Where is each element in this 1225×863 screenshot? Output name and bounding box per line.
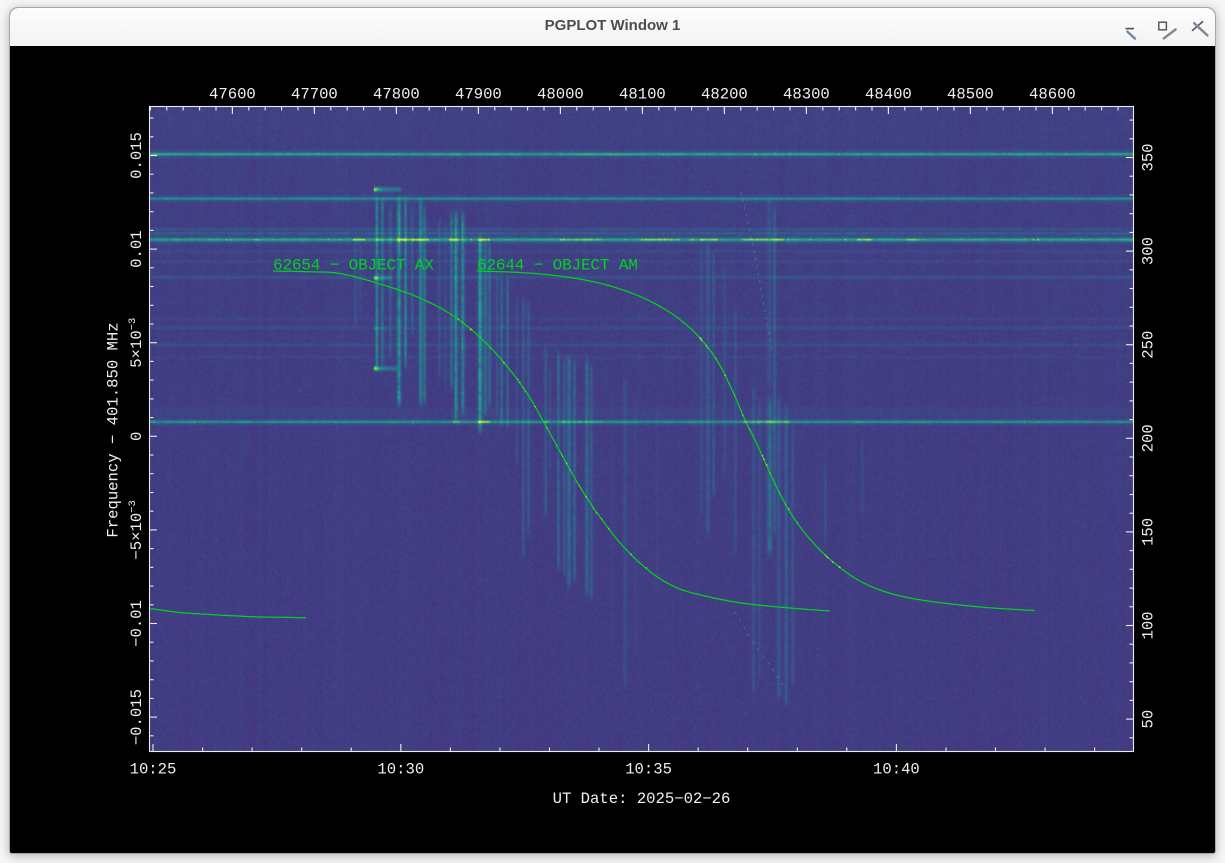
svg-text:48500: 48500 — [947, 86, 994, 104]
svg-text:47900: 47900 — [455, 86, 502, 104]
svg-text:47700: 47700 — [291, 86, 338, 104]
svg-text:62644 − OBJECT AM: 62644 − OBJECT AM — [477, 257, 638, 275]
svg-text:250: 250 — [1140, 331, 1158, 359]
svg-text:48100: 48100 — [619, 86, 666, 104]
svg-text:10:30: 10:30 — [377, 761, 424, 779]
svg-text:48400: 48400 — [865, 86, 912, 104]
svg-text:100: 100 — [1140, 611, 1158, 639]
svg-text:0: 0 — [128, 432, 146, 441]
svg-text:10:40: 10:40 — [873, 761, 920, 779]
svg-text:150: 150 — [1140, 518, 1158, 546]
svg-text:47800: 47800 — [373, 86, 420, 104]
svg-text:−0.015: −0.015 — [128, 689, 146, 745]
svg-text:UT Date: 2025−02−26: UT Date: 2025−02−26 — [553, 790, 731, 808]
svg-text:Frequency − 401.850 MHz: Frequency − 401.850 MHz — [105, 322, 123, 537]
svg-text:10:25: 10:25 — [130, 761, 177, 779]
svg-text:0.01: 0.01 — [128, 230, 146, 267]
svg-text:−5×10−3: −5×10−3 — [127, 500, 146, 559]
svg-text:5×10−3: 5×10−3 — [127, 318, 146, 368]
svg-text:350: 350 — [1140, 143, 1158, 171]
svg-text:48300: 48300 — [783, 86, 830, 104]
svg-text:300: 300 — [1140, 237, 1158, 265]
svg-text:10:35: 10:35 — [625, 761, 672, 779]
svg-text:200: 200 — [1140, 424, 1158, 452]
svg-text:48000: 48000 — [537, 86, 584, 104]
svg-text:48200: 48200 — [701, 86, 748, 104]
svg-text:0.015: 0.015 — [128, 132, 146, 179]
svg-text:48600: 48600 — [1029, 86, 1076, 104]
svg-text:47600: 47600 — [209, 86, 256, 104]
svg-text:50: 50 — [1140, 710, 1158, 729]
svg-text:−0.01: −0.01 — [128, 600, 146, 647]
svg-text:62654 − OBJECT AX: 62654 − OBJECT AX — [273, 257, 434, 275]
